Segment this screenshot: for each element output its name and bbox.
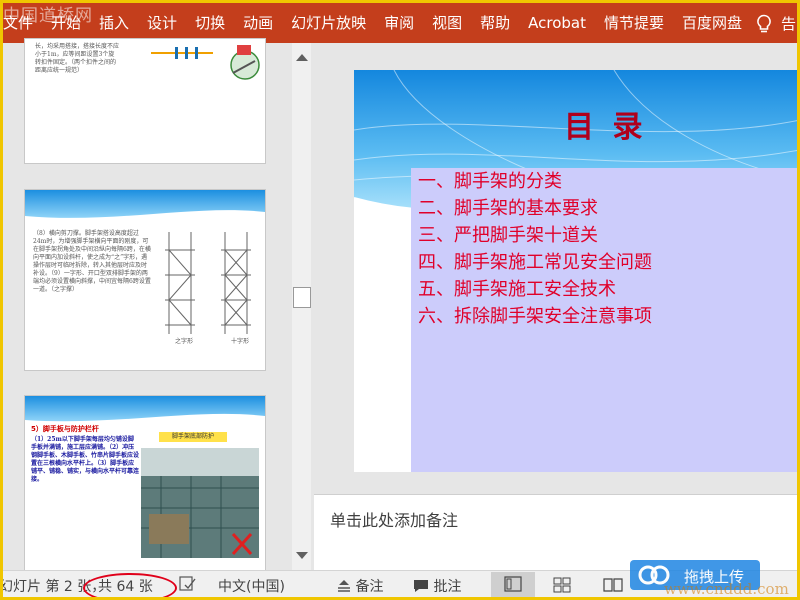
slide-sorter-view-icon[interactable]	[553, 577, 571, 593]
tab-slideshow[interactable]: 幻灯片放映	[282, 3, 375, 43]
reading-view-icon[interactable]	[603, 577, 623, 593]
tab-view[interactable]: 视图	[423, 3, 471, 43]
normal-view-icon	[504, 576, 522, 592]
tab-baidu-netdisk[interactable]: 百度网盘	[673, 3, 751, 43]
tab-design[interactable]: 设计	[138, 3, 186, 43]
slide-title[interactable]: 目 录	[564, 102, 646, 146]
thumbnail-3-photo	[141, 448, 259, 558]
toc-item: 五、脚手架施工安全技术	[418, 279, 616, 300]
thumbnail-scrollbar[interactable]	[292, 43, 311, 570]
scroll-up-arrow-icon[interactable]	[296, 54, 308, 61]
notes-button-label: 备注	[355, 579, 384, 595]
slide-editor[interactable]: 目 录 一、脚手架的分类 二、脚手架的基本要求 三、严把脚手架十道关 四、脚手架…	[314, 43, 797, 491]
slide-thumbnail-3[interactable]: 5）脚手板与防护栏杆 （1）25m以下脚手架每层均匀铺设脚手板并满铺，施工层应满…	[24, 395, 266, 575]
scroll-down-arrow-icon[interactable]	[296, 552, 308, 559]
notes-button[interactable]: 备注	[337, 576, 383, 596]
tab-insert[interactable]: 插入	[90, 3, 138, 43]
tell-me-search[interactable]: 告	[781, 13, 796, 34]
current-slide[interactable]: 目 录 一、脚手架的分类 二、脚手架的基本要求 三、严把脚手架十道关 四、脚手架…	[354, 70, 797, 472]
thumbnail-3-text: （1）25m以下脚手架每层均匀铺设脚手板并满铺，施工层应满铺。（2）冲压钢脚手板…	[31, 436, 140, 483]
toc-item: 三、严把脚手架十道关	[418, 225, 598, 246]
thumbnail-1-text: 长，均采用搭接，搭接长度不应小于1m，应等间距设置3个旋转扣件固定。（两个扣件之…	[35, 43, 120, 74]
thumbnail-2-text: （8）横向剪刀撑。脚手架搭设高度超过24m时，为增强脚手架横向平面的刚度，可在脚…	[33, 230, 151, 293]
slide-thumbnail-2[interactable]: （8）横向剪刀撑。脚手架搭设高度超过24m时，为增强脚手架横向平面的刚度，可在脚…	[24, 189, 266, 371]
thumbnail-2-label-right: 十字形	[231, 338, 250, 345]
thumbnail-1-diagram	[151, 45, 260, 80]
ribbon-tab-bar: 文件 开始 插入 设计 切换 动画 幻灯片放映 审阅 视图 帮助 Acrobat…	[3, 3, 797, 43]
slide-thumbnail-1[interactable]: 长，均采用搭接，搭接长度不应小于1m，应等间距设置3个旋转扣件固定。（两个扣件之…	[24, 38, 266, 164]
powerpoint-window: 文件 开始 插入 设计 切换 动画 幻灯片放映 审阅 视图 帮助 Acrobat…	[0, 0, 800, 600]
slide-thumbnail-pane[interactable]: 长，均采用搭接，搭接长度不应小于1m，应等间距设置3个旋转扣件固定。（两个扣件之…	[3, 38, 289, 575]
comments-button[interactable]: 批注	[413, 576, 461, 596]
language-indicator[interactable]: 中文(中国)	[218, 576, 285, 596]
toc-item: 一、脚手架的分类	[418, 171, 562, 192]
toc-item: 二、脚手架的基本要求	[418, 198, 598, 219]
tab-help[interactable]: 帮助	[471, 3, 519, 43]
table-of-contents[interactable]: 一、脚手架的分类 二、脚手架的基本要求 三、严把脚手架十道关 四、脚手架施工常见…	[418, 168, 652, 330]
toc-item: 四、脚手架施工常见安全问题	[418, 252, 652, 273]
accessibility-check-icon[interactable]	[179, 576, 197, 592]
watermark-bottom-right: www.cnddd.com	[664, 580, 789, 598]
thumbnail-2-label-left: 之字形	[175, 338, 194, 345]
view-normal-button[interactable]	[491, 572, 535, 597]
comments-icon	[414, 580, 428, 592]
tab-storyboard[interactable]: 情节提要	[595, 3, 673, 43]
notes-placeholder[interactable]: 单击此处添加备注	[330, 507, 458, 531]
thumbnail-3-heading: 5）脚手板与防护栏杆	[31, 425, 99, 433]
watermark-top-left: 中国道桥网	[3, 6, 93, 26]
comments-button-label: 批注	[433, 579, 462, 595]
thumbnail-2-banner	[25, 190, 265, 218]
thumbnail-2-scaffold-diagram	[165, 232, 251, 334]
thumbnail-3-photo-label: 脚手架底部防护	[159, 432, 227, 442]
tab-review[interactable]: 审阅	[375, 3, 423, 43]
tab-animations[interactable]: 动画	[234, 3, 282, 43]
notes-icon	[338, 580, 350, 592]
toc-item: 六、拆除脚手架安全注意事项	[418, 306, 652, 327]
lightbulb-icon[interactable]	[755, 14, 773, 34]
scrollbar-thumb[interactable]	[293, 287, 311, 308]
annotation-circle	[83, 573, 177, 597]
ribbon-tabs: 文件 开始 插入 设计 切换 动画 幻灯片放映 审阅 视图 帮助 Acrobat…	[3, 3, 751, 43]
tab-acrobat[interactable]: Acrobat	[519, 3, 595, 43]
tab-transitions[interactable]: 切换	[186, 3, 234, 43]
